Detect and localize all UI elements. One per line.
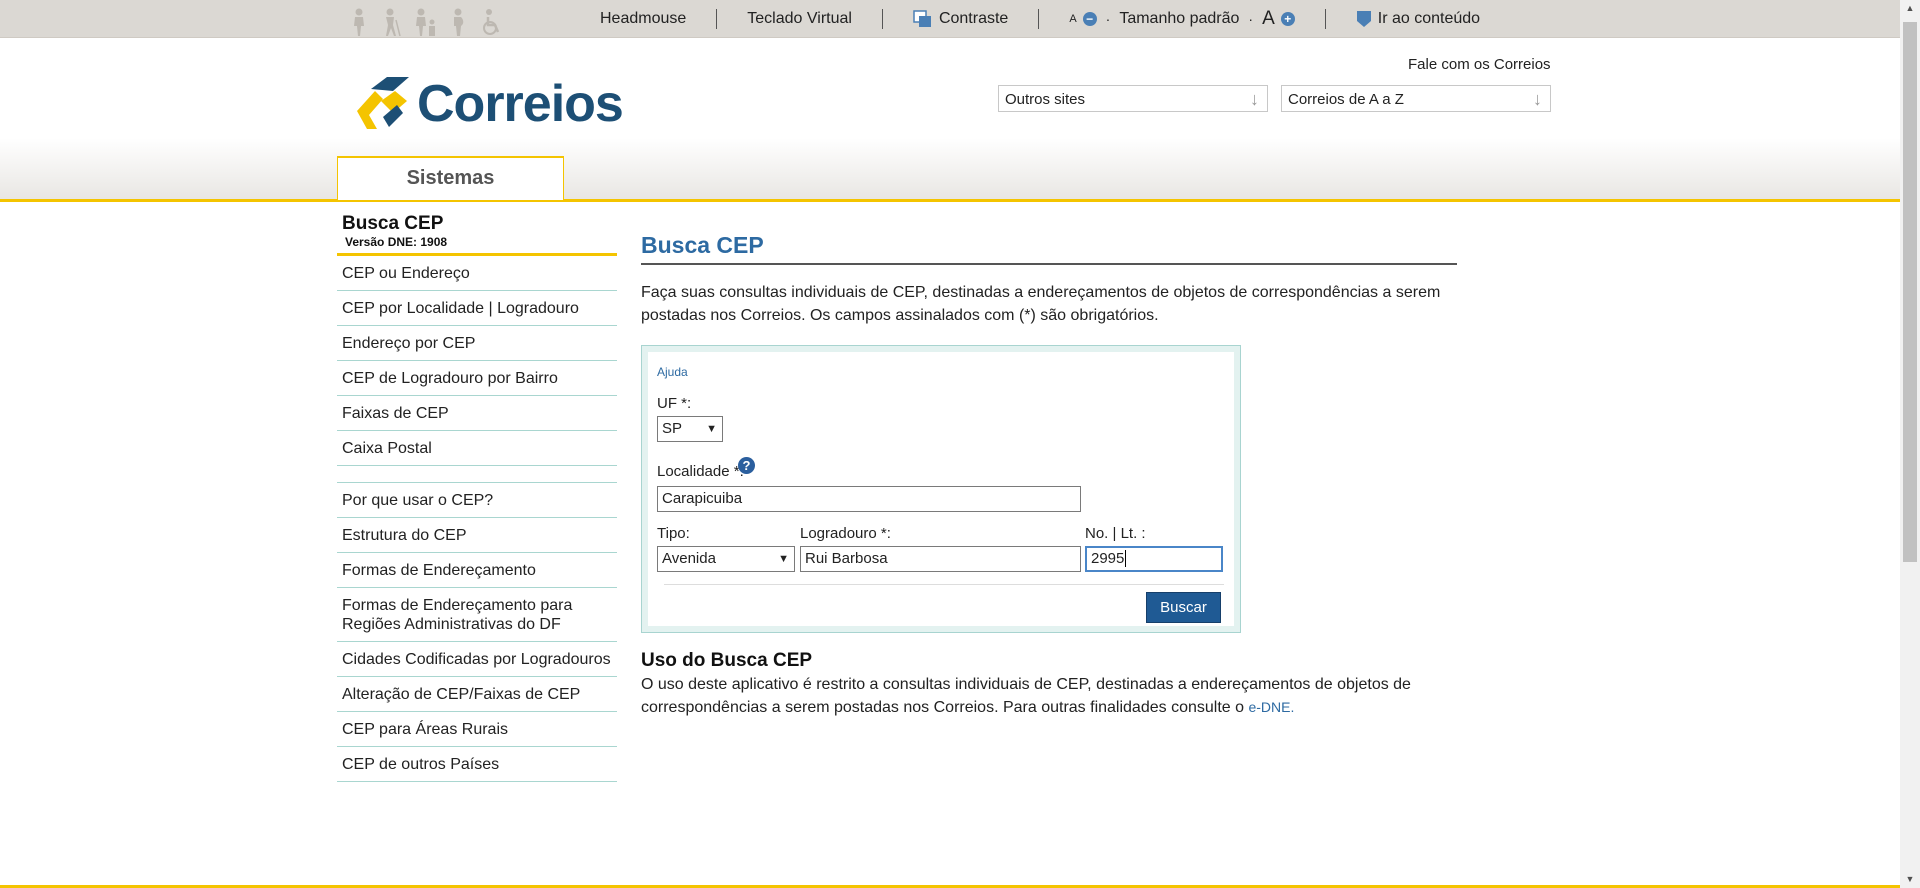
font-small-label: A (1069, 12, 1077, 25)
separator (881, 8, 883, 29)
separator (716, 8, 718, 29)
logradouro-field[interactable]: Rui Barbosa (800, 546, 1081, 572)
sidebar-item-areas-rurais[interactable]: CEP para Áreas Rurais (337, 712, 617, 747)
headmouse-link[interactable]: Headmouse (600, 10, 686, 28)
tipo-select[interactable]: Avenida (657, 546, 795, 572)
logradouro-label: Logradouro *: (800, 525, 891, 542)
teclado-virtual-link[interactable]: Teclado Virtual (747, 10, 852, 28)
buscar-button[interactable]: Buscar (1146, 592, 1221, 623)
arrow-down-icon: ↓ (1533, 89, 1542, 109)
pregnant-person-icon (454, 8, 464, 36)
ir-ao-conteudo-link[interactable]: Ir ao conteúdo (1356, 10, 1480, 28)
arrow-down-icon: ↓ (1250, 89, 1259, 109)
correios-a-z-label: Correios de A a Z (1288, 91, 1404, 108)
wheelchair-icon (483, 9, 500, 35)
text-cursor (1125, 550, 1127, 567)
numero-value: 2995 (1091, 550, 1125, 567)
person-cane-icon (386, 8, 401, 36)
uso-text: O uso deste aplicativo é restrito a cons… (641, 673, 1457, 719)
ajuda-link[interactable]: Ajuda (657, 365, 688, 379)
decrease-font-button[interactable]: A − (1069, 11, 1097, 26)
scrollbar[interactable]: ▲ ▼ (1900, 0, 1920, 888)
logradouro-value: Rui Barbosa (805, 550, 888, 567)
uf-label: UF *: (657, 395, 692, 412)
logo-text: Correios (417, 75, 624, 133)
search-form: Ajuda UF *: SP Localidade *: ? Carapicui… (641, 345, 1241, 633)
sidebar-item-cep-logradouro-bairro[interactable]: CEP de Logradouro por Bairro (337, 361, 617, 396)
contraste-link[interactable]: Contraste (913, 10, 1008, 28)
sidebar-item-alteracao-cep[interactable]: Alteração de CEP/Faixas de CEP (337, 677, 617, 712)
numero-field[interactable]: 2995 (1085, 546, 1223, 572)
sidebar-item-endereco-por-cep[interactable]: Endereço por CEP (337, 326, 617, 361)
help-icon[interactable]: ? (738, 457, 755, 474)
sidebar-item-por-que-usar[interactable]: Por que usar o CEP? (337, 483, 617, 518)
correios-logo[interactable]: Correios (353, 74, 624, 134)
increase-font-button[interactable]: A + (1262, 8, 1295, 30)
main-content: Busca CEP Faça suas consultas individuai… (641, 232, 1457, 716)
minus-icon: − (1082, 11, 1097, 26)
accessibility-links: Headmouse Teclado Virtual Contraste A − … (600, 0, 1480, 37)
separator (1038, 8, 1040, 29)
sidebar: Busca CEP Versão DNE: 1908 CEP ou Endere… (337, 213, 617, 782)
scroll-down-icon[interactable]: ▼ (1900, 871, 1920, 888)
uso-text-body: O uso deste aplicativo é restrito a cons… (641, 676, 1411, 716)
font-large-label: A (1262, 7, 1275, 29)
outros-sites-select[interactable]: Outros sites ↓ (998, 85, 1268, 112)
outros-sites-label: Outros sites (1005, 91, 1086, 108)
intro-text: Faça suas consultas individuais de CEP, … (641, 284, 1441, 324)
tipo-value: Avenida (662, 550, 716, 567)
sidebar-item-formas-enderecamento[interactable]: Formas de Endereçamento (337, 553, 617, 588)
sidebar-item-caixa-postal[interactable]: Caixa Postal (337, 431, 617, 466)
localidade-label: Localidade *: (657, 463, 744, 480)
correios-logo-icon (357, 77, 409, 129)
numero-label: No. | Lt. : (1085, 525, 1146, 542)
search-form-inner: Ajuda UF *: SP Localidade *: ? Carapicui… (648, 352, 1234, 626)
e-dne-link[interactable]: e-DNE. (1248, 699, 1294, 715)
sidebar-version: Versão DNE: 1908 (345, 235, 448, 249)
sidebar-header: Busca CEP Versão DNE: 1908 (337, 213, 617, 256)
teclado-label: Teclado Virtual (747, 9, 852, 27)
contraste-label: Contraste (938, 9, 1009, 27)
accessibility-icons (348, 6, 504, 36)
uf-select[interactable]: SP (657, 416, 723, 442)
scroll-thumb[interactable] (1903, 22, 1917, 562)
dot-separator: · (1105, 10, 1111, 27)
separator (1324, 8, 1326, 29)
sidebar-menu: CEP ou Endereço CEP por Localidade | Log… (337, 256, 617, 782)
contrast-icon (913, 9, 931, 27)
person-elderly-icon (354, 8, 364, 36)
scroll-up-icon[interactable]: ▲ (1900, 0, 1920, 17)
sidebar-item-cidades-codificadas[interactable]: Cidades Codificadas por Logradouros (337, 642, 617, 677)
sidebar-title: Busca CEP (342, 213, 444, 234)
uf-value: SP (662, 420, 683, 437)
sidebar-item-estrutura[interactable]: Estrutura do CEP (337, 518, 617, 553)
sidebar-item-faixas-de-cep[interactable]: Faixas de CEP (337, 396, 617, 431)
correios-a-z-select[interactable]: Correios de A a Z ↓ (1281, 85, 1551, 112)
ir-conteudo-label: Ir ao conteúdo (1377, 9, 1481, 27)
person-with-child-icon (416, 8, 435, 36)
site-header: Correios Fale com os Correios Outros sit… (0, 38, 1900, 202)
localidade-field[interactable]: Carapicuiba (657, 486, 1081, 512)
shield-down-icon (1356, 10, 1371, 27)
sidebar-item-cep-por-localidade[interactable]: CEP por Localidade | Logradouro (337, 291, 617, 326)
tamanho-label: Tamanho padrão (1119, 9, 1240, 27)
tipo-label: Tipo: (657, 525, 690, 542)
form-divider (664, 584, 1224, 585)
default-font-size-button[interactable]: Tamanho padrão (1119, 10, 1239, 28)
headmouse-label: Headmouse (600, 9, 687, 27)
localidade-value: Carapicuiba (662, 490, 743, 507)
uso-title: Uso do Busca CEP (641, 650, 813, 671)
page-title: Busca CEP (641, 232, 1457, 265)
accessibility-bar: Headmouse Teclado Virtual Contraste A − … (0, 0, 1900, 38)
plus-icon: + (1280, 11, 1295, 26)
sidebar-divider (337, 466, 617, 483)
sidebar-item-cep-ou-endereco[interactable]: CEP ou Endereço (337, 256, 617, 291)
fale-com-os-correios-link[interactable]: Fale com os Correios (1408, 56, 1551, 73)
tab-sistemas[interactable]: Sistemas (337, 156, 564, 200)
sidebar-item-outros-paises[interactable]: CEP de outros Países (337, 747, 617, 782)
sidebar-item-formas-df[interactable]: Formas de Endereçamento para Regiões Adm… (337, 588, 617, 642)
dot-separator: · (1248, 10, 1254, 27)
